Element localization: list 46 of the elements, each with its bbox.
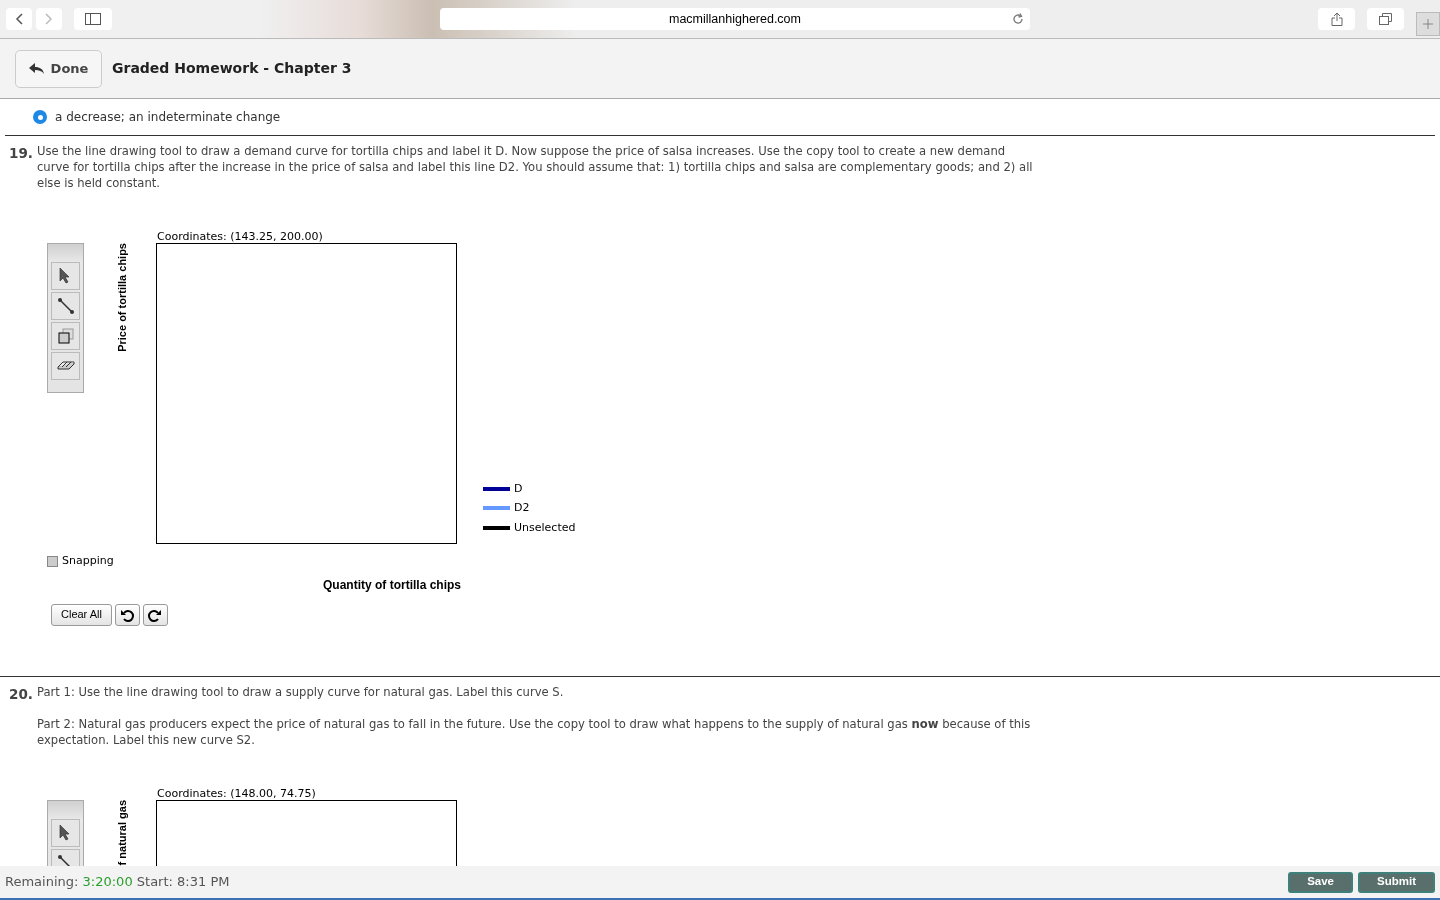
share-button[interactable] [1318, 8, 1355, 30]
redo-button[interactable] [142, 603, 168, 626]
checkbox[interactable] [47, 555, 58, 567]
coordinates-readout: Coordinates: (143.25, 200.00) [157, 229, 324, 243]
question-text: Part 2: Natural gas producers expect the price of natural gas to fall in the future. Use the copy tool to draw what happens to the supply of natural gas now because of this expectation. Label this new curve S2. [37, 715, 1032, 748]
tool-button[interactable] [51, 322, 80, 350]
reply-arrow-icon [28, 62, 45, 75]
question-number: 19. [9, 144, 31, 163]
footer-button[interactable]: Submit [1358, 871, 1435, 893]
question-text: Use the line drawing tool to draw a demand curve for tortilla chips and label it D. Now suppose the price of salsa increases. Use the copy tool to create a new demand curve for tortilla chips after the increase in the price of salsa and label this line D2. You should assume that: 1) tortilla chips and salsa are complementary goods; and 2) all else is held constant. [37, 143, 1034, 191]
question-number: 20. [9, 684, 31, 704]
y-axis-label: Price of tortilla chips [115, 243, 129, 352]
plus-icon [1423, 18, 1433, 30]
coordinates-readout: Coordinates: (148.00, 74.75) [157, 785, 317, 800]
answer-option-text: a decrease; an indeterminate change [55, 109, 281, 126]
radio-button[interactable] [33, 110, 47, 124]
reload-icon [1012, 13, 1024, 25]
done-button[interactable]: Done [15, 49, 102, 88]
clear-all-button[interactable]: Clear All [51, 603, 112, 626]
url-text: macmillanhighered.com [669, 10, 801, 28]
tool-button[interactable] [51, 292, 80, 320]
tool-button[interactable] [51, 262, 80, 290]
tabs-button[interactable] [1367, 8, 1404, 30]
checkbox-label: Snapping [62, 553, 114, 569]
legend-label: Unselected [514, 519, 576, 536]
address-field[interactable]: macmillanhighered.com [440, 8, 1030, 30]
sidebar-button[interactable] [74, 8, 112, 30]
back-button[interactable] [6, 8, 32, 30]
tabs-icon [1379, 13, 1392, 25]
undo-icon [120, 607, 135, 622]
undo-button[interactable] [114, 603, 140, 626]
question-text: Part 1: Use the line drawing tool to draw a supply curve for natural gas. Label this curve S. [37, 683, 565, 700]
tool-button[interactable] [51, 818, 80, 847]
page-title: Graded Homework - Chapter 3 [112, 59, 352, 78]
timer-text: Remaining: 3:20:00 Start: 8:31 PM [5, 873, 230, 892]
y-axis-label: f natural gas [115, 799, 129, 865]
chevron-right-icon [45, 13, 53, 25]
redo-icon [148, 607, 163, 622]
sidebar-icon [85, 13, 101, 25]
footer-button[interactable]: Save [1288, 871, 1353, 893]
tool-button[interactable] [51, 352, 80, 380]
legend-label: D [514, 480, 523, 497]
x-axis-label: Quantity of tortilla chips [323, 576, 462, 594]
chevron-left-icon [15, 13, 23, 25]
share-icon [1330, 12, 1343, 26]
legend-label: D2 [514, 500, 530, 516]
